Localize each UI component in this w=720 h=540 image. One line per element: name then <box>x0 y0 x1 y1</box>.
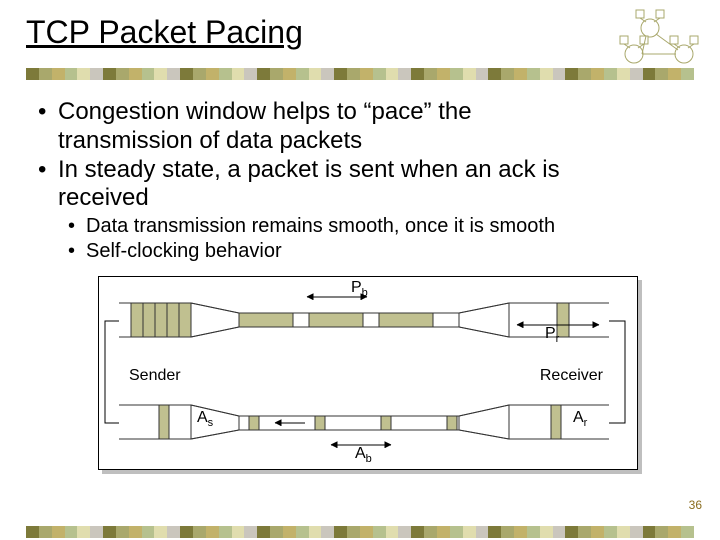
bullet-text: Self-clocking behavior <box>86 239 282 264</box>
bullet-text: received <box>58 184 149 211</box>
bullet-text: In steady state, a packet is sent when a… <box>58 156 560 183</box>
bullet-item: • Self-clocking behavior <box>68 239 555 264</box>
pacing-diagram: Pb Pr Sender Receiver As Ab Ar <box>98 276 638 470</box>
label-pr: Pr <box>545 325 559 345</box>
bullet-list-1: • Congestion window helps to “pace” the … <box>38 98 560 213</box>
label-receiver: Receiver <box>540 367 603 385</box>
label-ar: Ar <box>573 409 587 429</box>
separator-bar-bottom <box>26 526 694 538</box>
separator-bar-top <box>26 68 694 80</box>
label-ab: Ab <box>355 445 372 465</box>
corner-decoration <box>618 8 704 70</box>
bullet-item: • In steady state, a packet is sent when… <box>38 156 560 214</box>
bullet-text: Data transmission remains smooth, once i… <box>86 214 555 239</box>
label-sender: Sender <box>129 367 181 385</box>
label-as: As <box>197 409 213 429</box>
slide: TCP Packet Pacing <box>0 0 720 540</box>
bullet-item: • Congestion window helps to “pace” the … <box>38 98 560 156</box>
bullet-text: transmission of data packets <box>58 127 362 154</box>
bullet-list-2: • Data transmission remains smooth, once… <box>68 214 555 264</box>
bullet-item: • Data transmission remains smooth, once… <box>68 214 555 239</box>
page-title: TCP Packet Pacing <box>26 14 303 51</box>
bullet-text: Congestion window helps to “pace” the <box>58 98 472 125</box>
page-number: 36 <box>689 498 702 512</box>
label-pb: Pb <box>351 279 368 299</box>
